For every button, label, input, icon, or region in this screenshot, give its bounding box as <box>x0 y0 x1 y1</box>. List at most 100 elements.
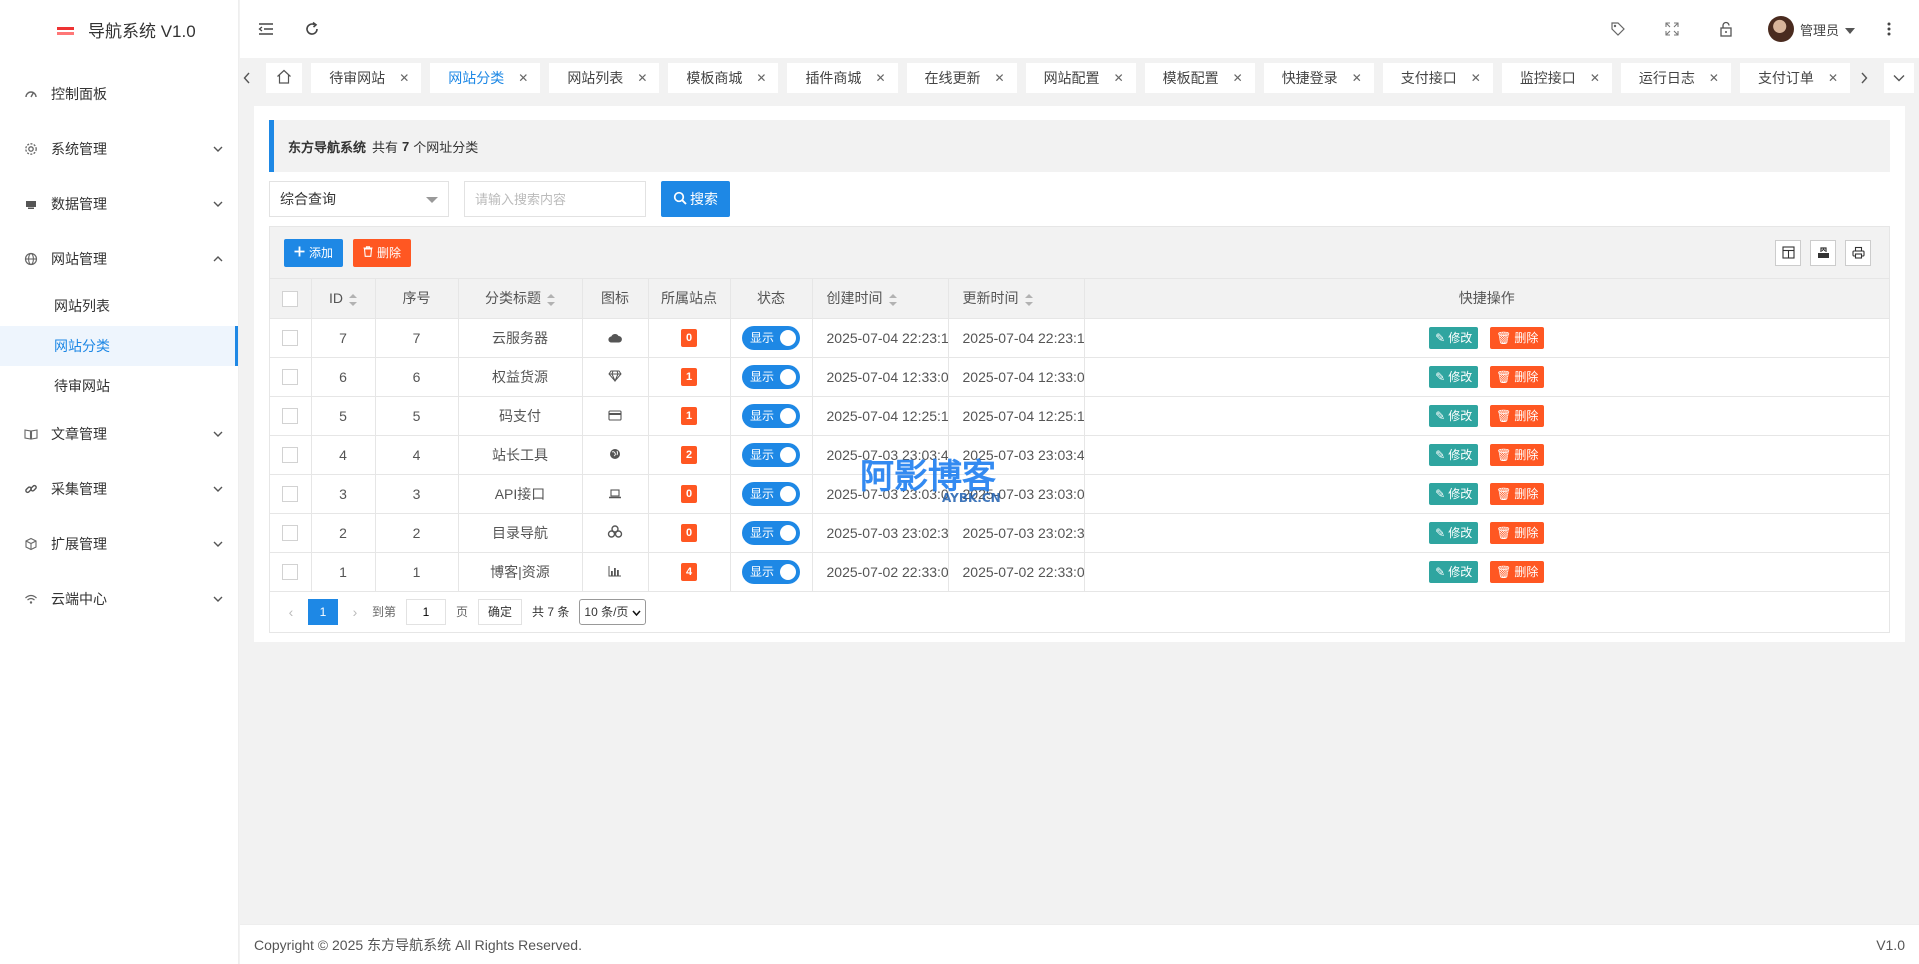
delete-button[interactable]: 🗑 删除 <box>1490 365 1545 388</box>
row-checkbox[interactable] <box>282 330 299 347</box>
close-icon[interactable]: ✕ <box>637 71 647 85</box>
tab-payment-order[interactable]: 支付订单 ✕ <box>1739 63 1850 93</box>
edit-button[interactable]: ✎ 修改 <box>1429 482 1479 505</box>
delete-button[interactable]: 🗑 删除 <box>1490 521 1545 544</box>
edit-button[interactable]: ✎ 修改 <box>1429 443 1479 466</box>
row-checkbox[interactable] <box>282 525 299 542</box>
fullscreen-icon[interactable] <box>1660 17 1684 41</box>
row-checkbox[interactable] <box>282 369 299 386</box>
close-icon[interactable]: ✕ <box>1590 71 1600 85</box>
sidebar-subitem-website-category[interactable]: 网站分类 <box>0 326 238 366</box>
close-icon[interactable]: ✕ <box>399 71 409 85</box>
edit-button[interactable]: ✎ 修改 <box>1429 326 1479 349</box>
search-type-select[interactable]: 综合查询 <box>269 181 449 217</box>
delete-button[interactable]: 🗑 删除 <box>1490 482 1545 505</box>
edit-button[interactable]: ✎ 修改 <box>1429 404 1479 427</box>
edit-button[interactable]: ✎ 修改 <box>1429 521 1479 544</box>
sort-icon[interactable] <box>547 293 555 306</box>
delete-button[interactable]: 🗑 删除 <box>1490 560 1545 583</box>
tab-payment-api[interactable]: 支付接口 ✕ <box>1382 63 1493 93</box>
search-input[interactable] <box>464 181 646 217</box>
tab-home[interactable] <box>266 63 303 93</box>
select-all-checkbox[interactable] <box>282 290 299 307</box>
row-checkbox[interactable] <box>282 564 299 581</box>
row-checkbox[interactable] <box>282 447 299 464</box>
delete-button[interactable]: 🗑 删除 <box>1490 326 1545 349</box>
status-toggle[interactable]: 显示 <box>742 325 800 350</box>
print-icon[interactable] <box>1845 239 1871 266</box>
close-icon[interactable]: ✕ <box>1709 71 1719 85</box>
tab-website-category[interactable]: 网站分类 ✕ <box>430 63 541 93</box>
close-icon[interactable]: ✕ <box>995 71 1005 85</box>
edit-button[interactable]: ✎ 修改 <box>1429 365 1479 388</box>
close-icon[interactable]: ✕ <box>1471 71 1481 85</box>
goto-confirm-button[interactable]: 确定 <box>478 598 523 625</box>
refresh-icon[interactable] <box>300 17 324 41</box>
tabs-scroll-right-icon[interactable] <box>1850 58 1878 98</box>
add-button[interactable]: 添加 <box>284 238 344 267</box>
tabs-dropdown-icon[interactable] <box>1884 63 1914 93</box>
tab-pending-website[interactable]: 待审网站 ✕ <box>311 63 422 93</box>
sidebar-item-dashboard[interactable]: 控制面板 <box>0 66 238 121</box>
row-checkbox[interactable] <box>282 486 299 503</box>
sidebar-item-collect[interactable]: 采集管理 <box>0 461 238 516</box>
header-id[interactable]: ID <box>311 279 376 319</box>
tab-template-config[interactable]: 模板配置 ✕ <box>1144 63 1255 93</box>
tab-website-list[interactable]: 网站列表 ✕ <box>549 63 660 93</box>
tab-plugin-store[interactable]: 插件商城 ✕ <box>787 63 898 93</box>
tab-quick-login[interactable]: 快捷登录 ✕ <box>1263 63 1374 93</box>
sort-icon[interactable] <box>349 293 357 306</box>
sort-icon[interactable] <box>1024 293 1033 306</box>
status-toggle[interactable]: 显示 <box>742 403 800 428</box>
prev-page-icon[interactable]: ‹ <box>284 604 298 620</box>
tab-site-config[interactable]: 网站配置 ✕ <box>1025 63 1136 93</box>
page-size-select[interactable]: 10 条/页 <box>579 598 647 625</box>
more-vertical-icon[interactable] <box>1877 17 1901 41</box>
sidebar-item-data[interactable]: 数据管理 <box>0 176 238 231</box>
columns-filter-icon[interactable] <box>1775 239 1801 266</box>
tab-run-log[interactable]: 运行日志 ✕ <box>1620 63 1731 93</box>
row-checkbox[interactable] <box>282 408 299 425</box>
edit-button[interactable]: ✎ 修改 <box>1429 560 1479 583</box>
tab-template-store[interactable]: 模板商城 ✕ <box>668 63 779 93</box>
header-title[interactable]: 分类标题 <box>458 279 583 319</box>
close-icon[interactable]: ✕ <box>1233 71 1243 85</box>
delete-button[interactable]: 🗑 删除 <box>1490 404 1545 427</box>
tab-online-update[interactable]: 在线更新 ✕ <box>906 63 1017 93</box>
close-icon[interactable]: ✕ <box>1352 71 1362 85</box>
close-icon[interactable]: ✕ <box>518 71 528 85</box>
header-created[interactable]: 创建时间 <box>812 279 949 319</box>
sidebar-subitem-pending-website[interactable]: 待审网站 <box>0 366 238 406</box>
close-icon[interactable]: ✕ <box>1828 71 1838 85</box>
close-icon[interactable]: ✕ <box>1114 71 1124 85</box>
export-icon[interactable] <box>1810 239 1836 266</box>
tabs-scroll-left-icon[interactable] <box>240 58 254 98</box>
sort-icon[interactable] <box>888 293 897 306</box>
close-icon[interactable]: ✕ <box>875 71 885 85</box>
sidebar-subitem-website-list[interactable]: 网站列表 <box>0 286 238 326</box>
batch-delete-button[interactable]: 删除 <box>353 238 412 267</box>
status-toggle[interactable]: 显示 <box>742 520 800 545</box>
search-button[interactable]: 搜索 <box>661 181 730 217</box>
menu-collapse-icon[interactable] <box>254 17 278 41</box>
sidebar-item-website[interactable]: 网站管理 <box>0 231 238 286</box>
status-toggle[interactable]: 显示 <box>742 481 800 506</box>
sidebar-item-extension[interactable]: 扩展管理 <box>0 516 238 571</box>
status-toggle[interactable]: 显示 <box>742 364 800 389</box>
tab-monitor-api[interactable]: 监控接口 ✕ <box>1501 63 1612 93</box>
next-page-icon[interactable]: › <box>348 604 362 620</box>
sidebar-item-cloud[interactable]: 云端中心 <box>0 571 238 626</box>
status-toggle[interactable]: 显示 <box>742 559 800 584</box>
close-icon[interactable]: ✕ <box>756 71 766 85</box>
page-number-current[interactable]: 1 <box>308 598 338 625</box>
header-updated[interactable]: 更新时间 <box>948 279 1085 319</box>
status-toggle[interactable]: 显示 <box>742 442 800 467</box>
lock-icon[interactable] <box>1714 17 1738 41</box>
user-menu[interactable]: 管理员 <box>1767 16 1855 42</box>
tag-icon[interactable] <box>1606 17 1630 41</box>
table-toolbar: 添加 删除 <box>270 227 1889 279</box>
delete-button[interactable]: 🗑 删除 <box>1490 443 1545 466</box>
goto-page-input[interactable] <box>406 598 447 625</box>
sidebar-item-article[interactable]: 文章管理 <box>0 406 238 461</box>
sidebar-item-system[interactable]: 系统管理 <box>0 121 238 176</box>
